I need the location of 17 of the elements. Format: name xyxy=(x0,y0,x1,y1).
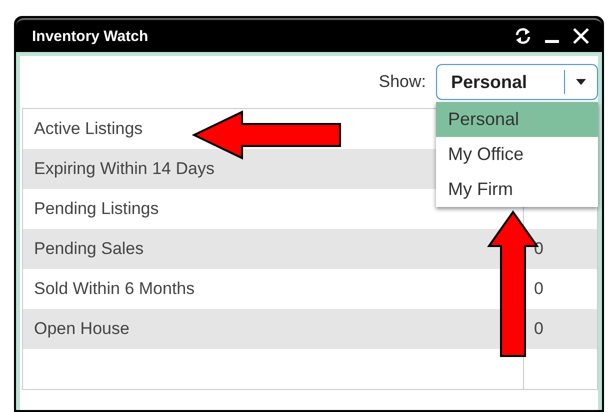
window-title: Inventory Watch xyxy=(32,28,148,44)
row-label[interactable]: Sold Within 6 Months xyxy=(34,279,195,298)
dropdown-option[interactable]: My Office xyxy=(436,137,598,172)
dropdown-option[interactable]: Personal xyxy=(436,102,598,137)
caret-icon xyxy=(575,78,587,86)
row-label[interactable]: Expiring Within 14 Days xyxy=(34,159,214,178)
refresh-icon[interactable] xyxy=(514,27,532,45)
row-label[interactable]: Open House xyxy=(34,319,130,338)
row-label[interactable]: Pending Sales xyxy=(34,239,144,258)
dropdown-option[interactable]: My Firm xyxy=(436,172,598,207)
count-cell: 0 xyxy=(534,319,544,339)
show-dropdown[interactable]: Personal xyxy=(436,64,598,100)
close-icon[interactable] xyxy=(572,27,590,45)
row-label[interactable]: Active Listings xyxy=(34,119,143,138)
row-label[interactable]: Pending Listings xyxy=(34,199,159,218)
count-cell: 0 xyxy=(534,279,544,299)
show-label: Show: xyxy=(378,72,426,92)
